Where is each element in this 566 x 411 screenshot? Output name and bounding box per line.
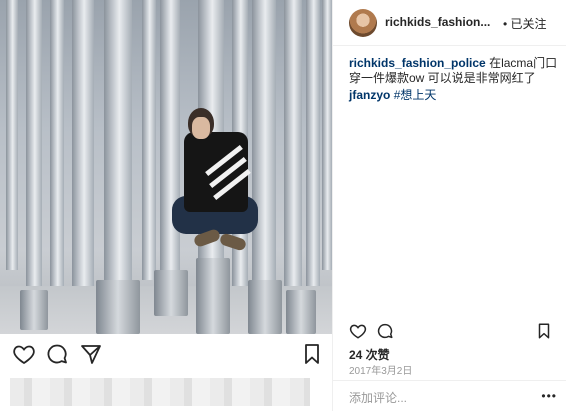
bookmark-icon[interactable]	[300, 342, 324, 366]
lamp-post	[284, 0, 302, 310]
comments-list: richkids_fashion_police 在lacma门口穿一件爆款ow …	[349, 56, 559, 103]
comment-icon[interactable]	[45, 342, 69, 366]
lamp-base	[154, 270, 188, 316]
lamp-post	[72, 0, 94, 320]
avatar[interactable]	[349, 9, 377, 37]
post-photo[interactable]	[0, 0, 332, 334]
post-date: 2017年3月2日	[349, 366, 413, 377]
username[interactable]: richkids_fashion...	[385, 15, 490, 29]
blurred-region	[10, 378, 310, 406]
add-comment-input[interactable]: 添加评论...	[349, 389, 407, 406]
lamp-post	[50, 0, 64, 290]
like-count[interactable]: 24 次赞	[349, 346, 390, 363]
lamp-post	[6, 0, 18, 270]
post-side-panel: richkids_fashion... • 已关注 richkids_fashi…	[332, 0, 566, 411]
person-face	[192, 117, 210, 139]
lamp-base	[286, 290, 316, 334]
comment-hashtag[interactable]: #想上天	[394, 88, 437, 102]
lamp-post	[26, 0, 42, 300]
share-icon[interactable]	[79, 342, 103, 366]
lamp-base	[20, 290, 48, 330]
lamp-post	[322, 0, 332, 270]
heart-icon[interactable]	[349, 322, 367, 340]
caption: richkids_fashion_police 在lacma门口穿一件爆款ow …	[349, 56, 559, 86]
lamp-base	[96, 280, 140, 334]
panel-action-bar	[349, 322, 553, 342]
lamp-base	[248, 280, 282, 334]
heart-icon[interactable]	[12, 342, 36, 366]
person-body	[184, 132, 251, 212]
lamp-post	[306, 0, 320, 290]
comment-icon[interactable]	[376, 322, 394, 340]
add-comment-row: 添加评论... •••	[333, 380, 566, 411]
comment-username[interactable]: jfanzyo	[349, 88, 390, 102]
more-icon[interactable]: •••	[541, 389, 557, 403]
lamp-post	[142, 0, 156, 280]
post-header: richkids_fashion... • 已关注	[333, 0, 566, 46]
lamp-post	[160, 0, 180, 305]
follow-status[interactable]: • 已关注	[503, 15, 547, 32]
lamp-base	[196, 258, 230, 334]
caption-username[interactable]: richkids_fashion_police	[349, 56, 486, 70]
photo-action-bar	[0, 334, 332, 374]
comment-item: jfanzyo #想上天	[349, 88, 559, 103]
bookmark-icon[interactable]	[535, 322, 553, 340]
